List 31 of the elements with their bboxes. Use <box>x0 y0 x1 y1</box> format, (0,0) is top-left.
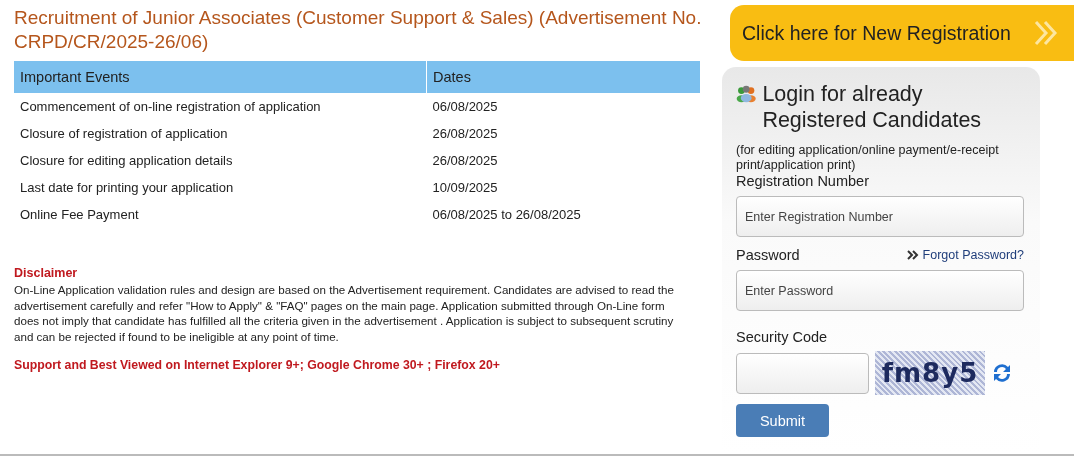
registration-field[interactable]: Enter Registration Number <box>736 196 1024 237</box>
double-chevron-icon <box>1034 20 1058 46</box>
captcha-image: fm8y5 <box>875 351 985 395</box>
login-heading: Login for already Registered Candidates <box>762 81 983 133</box>
security-code-label: Security Code <box>736 329 829 345</box>
password-field[interactable]: Enter Password <box>736 270 1024 311</box>
column-header: Dates <box>426 61 701 93</box>
table-cell-text: 06/08/2025 to 26/08/2025 <box>431 206 582 224</box>
disclaimer-heading: Disclaimer <box>14 266 79 280</box>
new-registration-link[interactable]: Click here for New Registration <box>730 5 1074 61</box>
column-header: Important Events <box>14 61 427 93</box>
table-cell: Commencement of on-line registration of application <box>14 93 427 120</box>
table-cell-text: 10/09/2025 <box>431 179 499 197</box>
password-label: Password <box>736 247 800 263</box>
registration-label: Registration Number <box>736 173 870 189</box>
security-code-field[interactable] <box>736 352 869 394</box>
table-cell-text: Last date for printing your application <box>19 179 235 197</box>
table-cell: 06/08/2025 <box>426 93 701 120</box>
table-cell-text: 26/08/2025 <box>431 125 499 143</box>
table-cell-text: Closure for editing application details <box>19 152 234 170</box>
table-cell-text: Closure of registration of application <box>19 125 229 143</box>
disclaimer-text: On-Line Application validation rules and design are based on the Advertisement requirement. Candidates are advised to read the advertisement carefully and refer "How to Apply" & "FAQ" pages on the main page. Application submitted through On-Line form does not imply that candidate has fulfilled all the criteria given in the advertisement . Application is subject to subsequent scrutiny and can be rejected if found to be ineligible at any point of time. <box>14 282 675 344</box>
table-cell-text: 26/08/2025 <box>431 152 499 170</box>
page-title: Recruitment of Junior Associates (Customer Support & Sales) (Advertisement No. CRPD/CR/2025-26/06) <box>14 6 703 54</box>
table-cell-text: Online Fee Payment <box>19 206 140 224</box>
forgot-password-link[interactable]: Forgot Password? <box>906 248 1024 262</box>
browser-note: Support and Best Viewed on Internet Explorer 9+; Google Chrome 30+ ; Firefox 20+ <box>14 358 501 372</box>
submit-button[interactable]: Submit <box>736 404 829 437</box>
login-note: (for editing application/online payment/e-receipt print/application print) <box>736 143 1000 173</box>
double-chevron-icon <box>906 250 919 260</box>
refresh-icon[interactable] <box>991 362 1013 384</box>
